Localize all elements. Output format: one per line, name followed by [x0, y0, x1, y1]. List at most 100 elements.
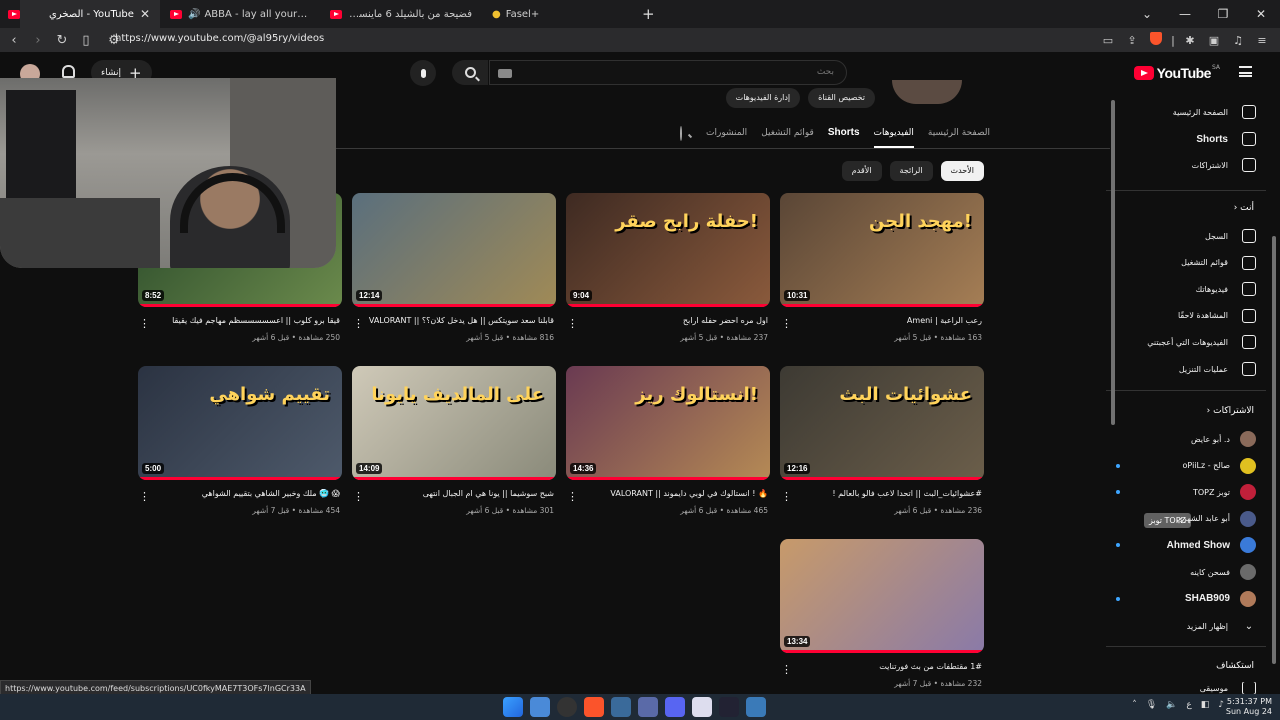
search-button[interactable]	[452, 60, 488, 85]
video-thumbnail[interactable]: 12:14	[352, 193, 556, 307]
video-card[interactable]: تقييم شواهي 5:00 😱 🥶 ملك وخبير الشاهي بتقي…	[138, 366, 342, 515]
video-thumbnail[interactable]: 13:34	[780, 539, 984, 653]
menu-icon[interactable]: ≡	[1250, 34, 1274, 47]
tab-videos[interactable]: الفيديوهات	[873, 124, 914, 148]
show-more-button[interactable]: ⌄ إظهار المزيد	[1116, 616, 1256, 636]
browser-tab-abba[interactable]: 🔊 ABBA - lay all your love on me (S	[160, 0, 320, 28]
forward-icon[interactable]: ›	[28, 33, 48, 48]
video-thumbnail[interactable]: تقييم شواهي 5:00	[138, 366, 342, 480]
video-title[interactable]: قيقا برو كلوب || اعسسسسسظم مهاجم فيك يقي…	[138, 316, 342, 328]
language-indicator[interactable]: ع	[1186, 700, 1191, 710]
sidebar-item[interactable]: قوائم التشغيل	[1116, 253, 1256, 273]
browser-tab-video[interactable]: فضيحة من بالشيلد 6 ماينسكت عنهاء -	[320, 0, 482, 28]
more-actions-icon[interactable]: ⋮	[781, 490, 792, 503]
browser-tab-fasel[interactable]: ● Fasel+	[482, 0, 632, 28]
subscription-item[interactable]: د. أبو عايض	[1116, 429, 1256, 449]
sidebar-item[interactable]: الاشتراكات	[1116, 155, 1256, 175]
url-field[interactable]: https://www.youtube.com/@al95ry/videos	[115, 33, 324, 44]
main-scrollbar[interactable]	[1111, 100, 1115, 425]
cast-icon[interactable]: ▭	[1096, 34, 1120, 47]
extensions-icon[interactable]: ✱	[1178, 34, 1202, 47]
more-actions-icon[interactable]: ⋮	[567, 490, 578, 503]
video-card[interactable]: مهجد الجن! 10:31 رعب الراعبة | Ameni 163 مش…	[780, 193, 984, 342]
chevron-up-icon[interactable]: ˄	[1132, 700, 1137, 710]
video-card[interactable]: على المالديف يايونا 14:09 شبح سوشيما || يو…	[352, 366, 556, 515]
bookmark-icon[interactable]: ▯	[76, 33, 96, 48]
video-card[interactable]: 12:14 قابلنا سعد سويتكس || هل يدخل كلان؟؟…	[352, 193, 556, 342]
more-actions-icon[interactable]: ⋮	[353, 490, 364, 503]
minimize-icon[interactable]: —	[1166, 0, 1204, 28]
you-section-header[interactable]: أنت ‹	[1234, 203, 1254, 213]
shield-icon[interactable]	[746, 697, 766, 717]
chip-latest[interactable]: الأحدث	[940, 161, 984, 181]
video-title[interactable]: 1# مقتطفات من بث فورتنايت	[780, 662, 984, 674]
start-icon[interactable]	[503, 697, 523, 717]
video-thumbnail[interactable]: مهجد الجن! 10:31	[780, 193, 984, 307]
brave-shields-icon[interactable]	[1144, 32, 1168, 48]
channel-search-button[interactable]	[680, 126, 682, 141]
share-icon[interactable]: ⇪	[1120, 34, 1144, 47]
subscription-item[interactable]: فسحن كاينه	[1116, 562, 1256, 582]
keyboard-icon[interactable]	[498, 69, 512, 78]
tab-playlists[interactable]: قوائم التشغيل	[761, 124, 814, 148]
customize-channel-button[interactable]: تخصيص القناة	[808, 88, 875, 108]
channel-avatar[interactable]	[892, 80, 962, 104]
volume-icon[interactable]: ♪	[1218, 700, 1224, 710]
browser-tab[interactable]	[0, 0, 20, 28]
clock[interactable]: 5:31:37 PM Sun Aug 24	[1226, 697, 1272, 717]
youtube-logo[interactable]: YouTube SA	[1133, 64, 1220, 81]
more-actions-icon[interactable]: ⋮	[139, 490, 150, 503]
subscription-item[interactable]: توبز TOPZ	[1116, 482, 1256, 502]
video-title[interactable]: #عشوائيات_البث || اتحدا لاعب فالو بالعال…	[780, 489, 984, 501]
more-actions-icon[interactable]: ⋮	[353, 317, 364, 330]
video-thumbnail[interactable]: انستالوك ريز! 14:36	[566, 366, 770, 480]
more-actions-icon[interactable]: ⋮	[781, 663, 792, 676]
discord-icon[interactable]	[665, 697, 685, 717]
video-thumbnail[interactable]: عشوائيات البث 12:16	[780, 366, 984, 480]
video-thumbnail[interactable]: على المالديف يايونا 14:09	[352, 366, 556, 480]
speaker-icon[interactable]: 🔈	[1166, 700, 1177, 710]
more-actions-icon[interactable]: ⋮	[781, 317, 792, 330]
sidebar-item[interactable]: المشاهدة لاحقًا	[1116, 306, 1256, 326]
brave-icon[interactable]	[584, 697, 604, 717]
reload-icon[interactable]: ↻	[52, 33, 72, 48]
video-card[interactable]: حفلة رابح صقر! 9:04 اول مره احضر حفله اراب…	[566, 193, 770, 342]
audio-icon[interactable]: 🔊	[188, 9, 200, 20]
subscription-item[interactable]: صالح - oPiiLz	[1116, 456, 1256, 476]
more-actions-icon[interactable]: ⋮	[139, 317, 150, 330]
voice-search-button[interactable]	[410, 60, 436, 86]
sidebar-scrollbar[interactable]	[1272, 236, 1276, 664]
video-title[interactable]: اول مره احضر حفله ارابح	[566, 316, 770, 328]
tab-search-icon[interactable]: ⌄	[1128, 0, 1166, 28]
sidebar-item-music[interactable]: موسيقى	[1116, 682, 1256, 694]
wallet-icon[interactable]: ▣	[1202, 34, 1226, 47]
video-card[interactable]: عشوائيات البث 12:16 #عشوائيات_البث || اتحد…	[780, 366, 984, 515]
network-icon[interactable]: ◧	[1201, 700, 1210, 710]
video-card[interactable]: انستالوك ريز! 14:36 🔥 ! انستالوك في لوبي د…	[566, 366, 770, 515]
sidebar-item[interactable]: الفيديوهات التي أعجبتني	[1116, 332, 1256, 352]
sidebar-item[interactable]: السجل	[1116, 226, 1256, 246]
new-tab-button[interactable]: +	[632, 5, 665, 23]
app-icon[interactable]	[719, 697, 739, 717]
tab-home[interactable]: الصفحة الرئيسية	[928, 124, 990, 148]
subscription-item[interactable]: SHAB909	[1116, 589, 1256, 609]
video-title[interactable]: رعب الراعبة | Ameni	[780, 316, 984, 328]
chip-oldest[interactable]: الأقدم	[841, 161, 882, 181]
tab-shorts[interactable]: Shorts	[828, 124, 860, 148]
mic-tray-icon[interactable]: 🎙	[1146, 700, 1157, 710]
video-title[interactable]: 😱 🥶 ملك وخبير الشاهي بتقييم الشواهي	[138, 489, 342, 501]
sidebar-item[interactable]: عمليات التنزيل	[1116, 359, 1256, 379]
back-icon[interactable]: ‹	[4, 33, 24, 48]
notifications-icon[interactable]	[62, 65, 75, 78]
maximize-icon[interactable]: ❐	[1204, 0, 1242, 28]
more-actions-icon[interactable]: ⋮	[567, 317, 578, 330]
search-input[interactable]: بحث	[489, 60, 847, 85]
video-title[interactable]: 🔥 ! انستالوك في لوبي دايموند || VALORANT	[566, 489, 770, 501]
video-card[interactable]: 13:34 1# مقتطفات من بث فورتنايت 232 مشاهدة…	[780, 539, 984, 688]
subscriptions-section-header[interactable]: الاشتراكات ‹	[1207, 406, 1254, 416]
video-title[interactable]: قابلنا سعد سويتكس || هل يدخل كلان؟؟ || V…	[352, 316, 556, 328]
obs-icon[interactable]	[557, 697, 577, 717]
app-icon[interactable]	[638, 697, 658, 717]
video-thumbnail[interactable]: حفلة رابح صقر! 9:04	[566, 193, 770, 307]
hamburger-menu-icon[interactable]	[1239, 66, 1252, 77]
